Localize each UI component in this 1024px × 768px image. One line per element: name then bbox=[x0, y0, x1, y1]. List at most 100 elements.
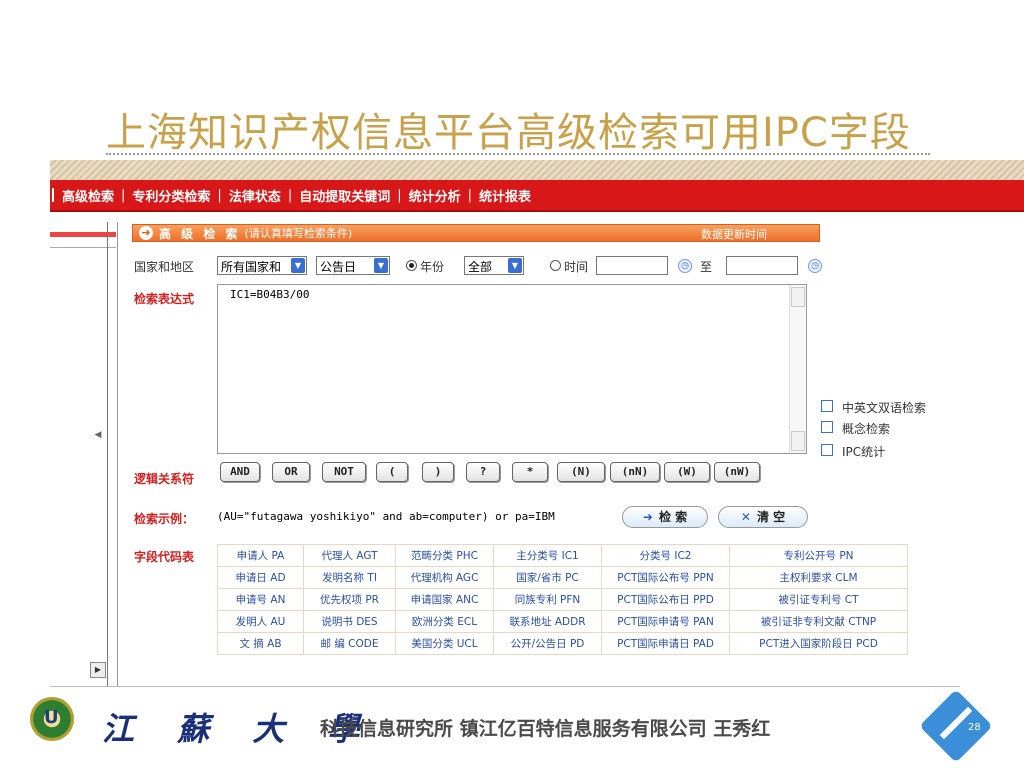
field-code-cell[interactable]: 被引证非专利文献 CTNP bbox=[729, 610, 908, 633]
date-type-select[interactable]: 公告日 ▼ bbox=[316, 256, 390, 275]
screenshot-frame: 高级检索 | 专利分类检索 | 法律状态 | 自动提取关键词 | 统计分析 | … bbox=[50, 160, 1024, 687]
radio-time[interactable] bbox=[550, 260, 561, 271]
field-code-cell[interactable]: 被引证专利号 CT bbox=[729, 588, 908, 611]
arrow-right-icon: ➜ bbox=[642, 510, 653, 524]
field-code-cell[interactable]: 说明书 DES bbox=[303, 610, 396, 633]
field-code-cell[interactable]: 申请人 PA bbox=[217, 544, 304, 567]
chevron-down-icon: ▼ bbox=[508, 258, 522, 273]
operator-n-button[interactable]: (N) bbox=[557, 462, 605, 482]
expression-scrollbar[interactable] bbox=[789, 285, 806, 453]
chevron-down-icon: ▼ bbox=[291, 258, 305, 273]
radio-year[interactable] bbox=[406, 260, 417, 271]
operator-lparen-button[interactable]: ( bbox=[376, 462, 408, 482]
checkbox-concept[interactable] bbox=[821, 421, 833, 433]
field-code-cell[interactable]: PCT国际公布日 PPD bbox=[601, 588, 730, 611]
radio-time-label: 时间 bbox=[564, 260, 589, 274]
panel-header: ➜ 高 级 检 索 (请认真填写检索条件) 数据更新时间 bbox=[132, 224, 820, 242]
field-code-cell[interactable]: 文 摘 AB bbox=[217, 632, 304, 655]
radio-year-label: 年份 bbox=[420, 260, 445, 274]
chevron-down-icon: ▼ bbox=[374, 258, 388, 273]
checkbox-bilingual[interactable] bbox=[821, 400, 833, 412]
nav-item-statistics[interactable]: 统计分析 bbox=[409, 186, 461, 205]
nav-divider bbox=[52, 188, 54, 202]
checkbox-concept-label: 概念检索 bbox=[842, 422, 891, 436]
field-code-cell[interactable]: 邮 编 CODE bbox=[303, 632, 396, 655]
field-code-cell[interactable]: 发明名称 TI bbox=[303, 566, 396, 589]
nav-separator: | bbox=[397, 187, 402, 203]
operator-or-button[interactable]: OR bbox=[272, 462, 310, 482]
year-select[interactable]: 全部 ▼ bbox=[464, 256, 524, 275]
scroll-up-button[interactable] bbox=[791, 287, 805, 307]
operator-star-button[interactable]: * bbox=[512, 462, 548, 482]
operator-not-button[interactable]: NOT bbox=[322, 462, 366, 482]
footer-divider bbox=[50, 686, 960, 687]
nav-item-reports[interactable]: 统计报表 bbox=[479, 186, 531, 205]
field-code-cell[interactable]: 发明人 AU bbox=[217, 610, 304, 633]
nav-separator: | bbox=[467, 187, 473, 203]
calendar-icon[interactable]: ◷ bbox=[808, 259, 822, 273]
field-code-cell[interactable]: PCT国际申请日 PAD bbox=[601, 632, 730, 655]
field-code-cell[interactable]: 专利公开号 PN bbox=[729, 544, 908, 567]
field-code-cell[interactable]: 范畴分类 PHC bbox=[395, 544, 494, 567]
field-code-cell[interactable]: 国家/省市 PC bbox=[493, 566, 602, 589]
operator-rparen-button[interactable]: ) bbox=[422, 462, 454, 482]
field-code-cell[interactable]: PCT进入国家阶段日 PCD bbox=[729, 632, 908, 655]
field-code-cell[interactable]: PCT国际申请号 PAN bbox=[601, 610, 730, 633]
nav-item-legal-status[interactable]: 法律状态 bbox=[229, 186, 281, 205]
time-start-input[interactable] bbox=[596, 256, 668, 275]
field-code-cell[interactable]: 美国分类 UCL bbox=[395, 632, 494, 655]
nav-item-advanced-search[interactable]: 高级检索 bbox=[62, 186, 114, 205]
field-code-cell[interactable]: 申请国家 ANC bbox=[395, 588, 494, 611]
top-nav-bar: 高级检索 | 专利分类检索 | 法律状态 | 自动提取关键词 | 统计分析 | … bbox=[50, 180, 1024, 212]
expression-label: 检索表达式 bbox=[134, 292, 195, 306]
footer-credits: 科技信息研究所 镇江亿百特信息服务有限公司 王秀红 bbox=[320, 718, 771, 740]
example-expression: (AU="futagawa yoshikiyo" and ab=computer… bbox=[217, 510, 555, 523]
field-code-cell[interactable]: 分类号 IC2 bbox=[601, 544, 730, 567]
country-select[interactable]: 所有国家和 ▼ bbox=[217, 256, 307, 275]
field-code-cell[interactable]: 代理机构 AGC bbox=[395, 566, 494, 589]
table-row: 申请日 AD 发明名称 TI 代理机构 AGC 国家/省市 PC PCT国际公布… bbox=[217, 566, 908, 589]
page-number: 28 bbox=[968, 722, 981, 733]
field-code-cell[interactable]: 主权利要求 CLM bbox=[729, 566, 908, 589]
checkbox-ipc-stats[interactable] bbox=[821, 444, 833, 456]
close-icon: ✕ bbox=[740, 510, 751, 524]
nav-separator: | bbox=[121, 187, 126, 203]
clear-button[interactable]: ✕ 清 空 bbox=[718, 506, 808, 528]
field-code-cell[interactable]: 欧洲分类 ECL bbox=[395, 610, 494, 633]
nav-item-keyword-extract[interactable]: 自动提取关键词 bbox=[299, 186, 390, 205]
nav-item-classification-search[interactable]: 专利分类检索 bbox=[132, 186, 210, 205]
to-label: 至 bbox=[700, 260, 713, 274]
operator-nn-button[interactable]: (nN) bbox=[610, 462, 660, 482]
calendar-icon[interactable]: ◷ bbox=[678, 259, 692, 273]
field-code-cell[interactable]: 联系地址 ADDR bbox=[493, 610, 602, 633]
field-code-table: 申请人 PA 代理人 AGT 范畴分类 PHC 主分类号 IC1 分类号 IC2… bbox=[217, 544, 908, 655]
operator-nw-button[interactable]: (nW) bbox=[714, 462, 760, 482]
table-row: 文 摘 AB 邮 编 CODE 美国分类 UCL 公开/公告日 PD PCT国际… bbox=[217, 632, 908, 655]
scroll-down-button[interactable] bbox=[791, 431, 805, 451]
expression-value: IC1=B04B3/00 bbox=[230, 288, 310, 301]
title-divider bbox=[106, 153, 930, 155]
search-button[interactable]: ➜ 检 索 bbox=[622, 506, 708, 528]
field-code-cell[interactable]: 同族专利 PFN bbox=[493, 588, 602, 611]
operator-question-button[interactable]: ? bbox=[466, 462, 500, 482]
field-code-cell[interactable]: 优先权项 PR bbox=[303, 588, 396, 611]
clear-button-label: 清 空 bbox=[756, 510, 786, 524]
field-code-cell[interactable]: 代理人 AGT bbox=[303, 544, 396, 567]
time-end-input[interactable] bbox=[726, 256, 798, 275]
field-code-cell[interactable]: 主分类号 IC1 bbox=[493, 544, 602, 567]
search-button-label: 检 索 bbox=[658, 510, 688, 524]
year-select-value: 全部 bbox=[468, 260, 493, 274]
field-code-cell[interactable]: 申请号 AN bbox=[217, 588, 304, 611]
scroll-left-arrow-icon[interactable]: ◀ bbox=[92, 430, 104, 444]
checkbox-ipc-stats-label: IPC统计 bbox=[842, 445, 886, 459]
field-code-cell[interactable]: PCT国际公布号 PPN bbox=[601, 566, 730, 589]
operator-w-button[interactable]: (W) bbox=[664, 462, 710, 482]
nav-separator: | bbox=[287, 187, 293, 203]
field-code-cell[interactable]: 公开/公告日 PD bbox=[493, 632, 602, 655]
nav-separator: | bbox=[217, 187, 222, 203]
scroll-right-arrow-icon[interactable]: ▶ bbox=[90, 662, 106, 678]
expression-input[interactable]: IC1=B04B3/00 bbox=[217, 284, 807, 454]
operator-and-button[interactable]: AND bbox=[220, 462, 260, 482]
field-code-cell[interactable]: 申请日 AD bbox=[217, 566, 304, 589]
table-row: 发明人 AU 说明书 DES 欧洲分类 ECL 联系地址 ADDR PCT国际申… bbox=[217, 610, 908, 633]
